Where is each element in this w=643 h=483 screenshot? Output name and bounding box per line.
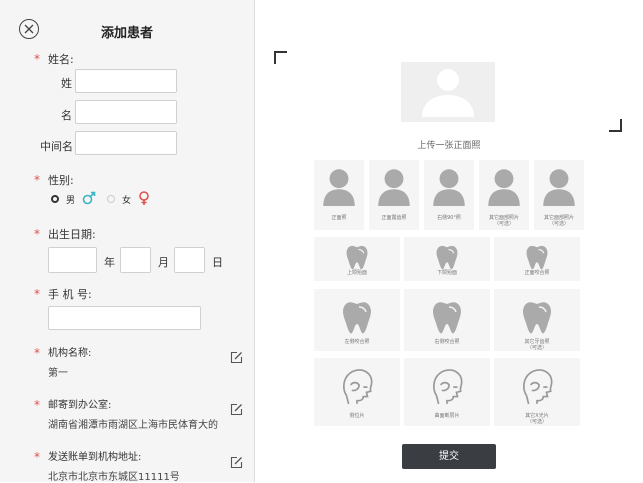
face-photo-tile[interactable]: 正面照 (314, 160, 364, 230)
tooth-icon (517, 297, 557, 341)
face-photo-tile[interactable]: 右侧90°照 (424, 160, 474, 230)
middle-name-input[interactable] (75, 131, 177, 155)
tile-optional-label: （可选） (526, 345, 547, 351)
tile-label: 正面咬合照 (524, 270, 550, 276)
gender-label: 性别: (48, 174, 74, 187)
female-icon (139, 191, 149, 205)
main-photo-upload[interactable] (401, 62, 495, 122)
tile-label: 正面照 (331, 215, 347, 221)
frame-corner-bottom-right (609, 119, 622, 132)
edit-org-icon[interactable] (230, 351, 243, 364)
edit-billing-icon[interactable] (230, 456, 243, 469)
tile-label: 上颌殆面 (346, 270, 367, 276)
billing-value: 北京市北京市东城区11111号 (48, 472, 180, 483)
male-radio[interactable] (51, 195, 59, 203)
org-value: 第一 (48, 368, 68, 379)
person-icon (422, 69, 474, 117)
xray-skull-icon (336, 364, 378, 410)
required-mark: * (34, 346, 40, 360)
day-label: 日 (212, 256, 223, 269)
mail-value: 湖南省湘潭市雨湖区上海市民体育大的 (48, 420, 218, 431)
required-mark: * (34, 450, 40, 464)
org-label: 机构名称: (48, 348, 92, 359)
teeth-photo-tile[interactable]: 上颌殆面 (314, 237, 400, 281)
edit-mail-icon[interactable] (230, 403, 243, 416)
submit-button[interactable]: 提交 (402, 444, 496, 469)
tile-label: 正面露齿照 (381, 215, 407, 221)
tile-label: 左侧咬合照 (344, 339, 370, 345)
xray-skull-icon (426, 364, 468, 410)
male-icon (82, 191, 96, 205)
required-mark: * (34, 173, 40, 187)
tooth-icon (427, 297, 467, 341)
tile-label: 下颌殆面 (436, 270, 457, 276)
required-mark: * (34, 287, 40, 301)
required-mark: * (34, 227, 40, 241)
surname-label: 姓 (61, 77, 72, 90)
dob-label: 出生日期: (48, 228, 96, 241)
phone-label: 手 机 号: (48, 288, 92, 301)
tooth-icon (337, 297, 377, 341)
frame-corner-top-left (274, 51, 287, 64)
tile-label: 右侧90°照 (437, 215, 461, 221)
tile-optional-label: （可选） (548, 221, 569, 227)
xray-photo-tile[interactable]: 侧位片 (314, 358, 400, 426)
surname-input[interactable] (75, 69, 177, 93)
female-radio[interactable] (107, 195, 115, 203)
face-photo-tile[interactable]: 其它面部照片 （可选） (479, 160, 529, 230)
page-title: 添加患者 (100, 26, 153, 41)
year-label: 年 (104, 256, 115, 269)
person-icon (538, 164, 580, 210)
given-name-input[interactable] (75, 100, 177, 124)
xray-skull-icon (516, 364, 558, 410)
mail-label: 邮寄到办公室: (48, 400, 112, 411)
tile-optional-label: （可选） (526, 419, 547, 425)
tile-label: 侧位片 (349, 413, 365, 419)
month-label: 月 (158, 256, 169, 269)
name-label: 姓名: (48, 53, 74, 66)
face-photo-tile[interactable]: 其它面部照片 （可选） (534, 160, 584, 230)
male-label: 男 (66, 196, 76, 206)
dob-year-input[interactable] (48, 247, 97, 273)
female-label: 女 (122, 196, 132, 206)
billing-label: 发送账单到机构地址: (48, 452, 142, 463)
face-photo-tile[interactable]: 正面露齿照 (369, 160, 419, 230)
photo-upload-panel: 上传一张正面照 正面照 正面露齿照 右侧90°照 其它面部照片 （可选） 其它面部照片 （可… (255, 0, 643, 482)
person-icon (428, 164, 470, 210)
teeth-photo-tile[interactable]: 下颌殆面 (404, 237, 490, 281)
dob-day-input[interactable] (174, 247, 205, 273)
given-name-label: 名 (61, 109, 72, 122)
xray-photo-tile[interactable]: 曲面断层片 (404, 358, 490, 426)
upload-prompt: 上传一张正面照 (417, 141, 481, 151)
tile-label: 右侧咬合照 (434, 339, 460, 345)
person-icon (483, 164, 525, 210)
person-icon (318, 164, 360, 210)
dob-month-input[interactable] (120, 247, 151, 273)
teeth-photo-tile[interactable]: 其它牙齿照 （可选） (494, 289, 580, 351)
tile-optional-label: （可选） (493, 221, 514, 227)
middle-name-label: 中间名 (40, 140, 73, 153)
teeth-photo-tile[interactable]: 右侧咬合照 (404, 289, 490, 351)
teeth-photo-tile[interactable]: 左侧咬合照 (314, 289, 400, 351)
required-mark: * (34, 52, 40, 66)
teeth-photo-tile[interactable]: 正面咬合照 (494, 237, 580, 281)
person-icon (373, 164, 415, 210)
patient-form-panel: 添加患者 * 姓名: 姓 名 中间名 * 性别: 男 女 * 出生日期: 年 月… (0, 0, 255, 483)
phone-input[interactable] (48, 306, 201, 330)
tile-label: 曲面断层片 (434, 413, 460, 419)
xray-photo-tile[interactable]: 其它X光片 （可选） (494, 358, 580, 426)
required-mark: * (34, 398, 40, 412)
